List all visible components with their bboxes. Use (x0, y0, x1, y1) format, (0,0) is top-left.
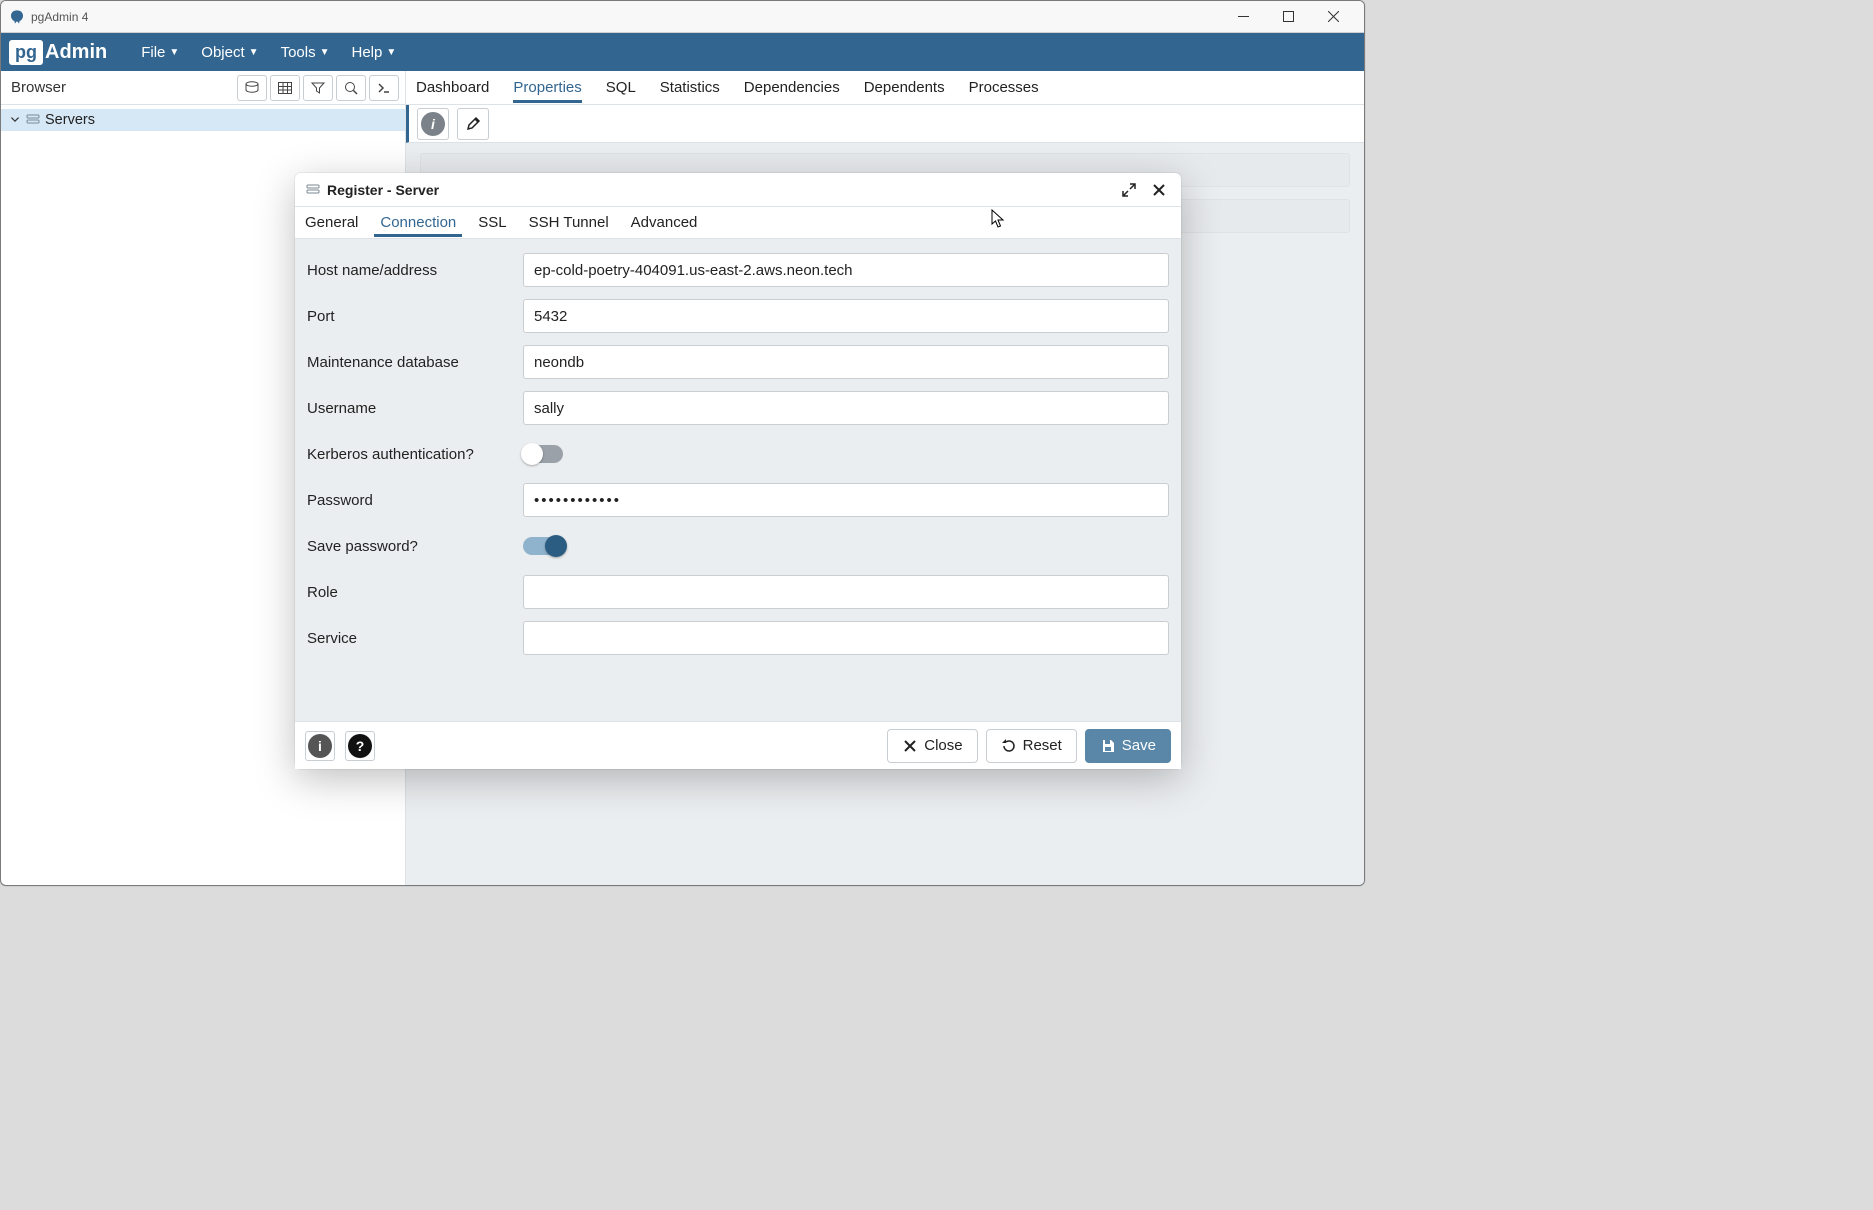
chevron-down-icon: ▼ (249, 47, 259, 58)
tab-sql[interactable]: SQL (606, 73, 636, 102)
dialog-titlebar[interactable]: Register - Server (295, 173, 1181, 207)
info-button[interactable]: i (417, 108, 449, 140)
server-icon (305, 182, 321, 198)
menu-object[interactable]: Object ▼ (191, 38, 268, 67)
menu-tools-label: Tools (281, 44, 316, 61)
dialog-tabs: General Connection SSL SSH Tunnel Advanc… (295, 207, 1181, 239)
menu-help[interactable]: Help▼ (342, 38, 407, 67)
username-input[interactable] (523, 391, 1169, 425)
reset-button-label: Reset (1023, 737, 1062, 754)
password-label: Password (307, 492, 523, 509)
sql-help-button[interactable]: i (305, 731, 335, 761)
window-close-button[interactable] (1311, 2, 1356, 32)
reset-button[interactable]: Reset (986, 729, 1077, 763)
dialog-footer: i ? Close Reset Save (295, 721, 1181, 769)
port-input[interactable] (523, 299, 1169, 333)
username-label: Username (307, 400, 523, 417)
properties-toolbar: i (406, 105, 1364, 143)
search-button[interactable] (336, 75, 366, 101)
kerberos-toggle[interactable] (523, 445, 563, 463)
tab-properties[interactable]: Properties (513, 73, 581, 102)
tab-processes[interactable]: Processes (969, 73, 1039, 102)
menu-object-label: Object (201, 44, 244, 61)
dialog-expand-button[interactable] (1117, 178, 1141, 202)
tab-dashboard[interactable]: Dashboard (416, 73, 489, 102)
window-minimize-button[interactable] (1221, 2, 1266, 32)
window-maximize-button[interactable] (1266, 2, 1311, 32)
menu-tools[interactable]: Tools ▼ (271, 38, 340, 67)
object-tree[interactable]: Servers (1, 105, 405, 135)
dialog-tab-sshtunnel[interactable]: SSH Tunnel (529, 209, 609, 236)
dialog-title: Register - Server (327, 182, 439, 198)
menubar: pg Admin File▼ Object▼ Tools▼ Help▼ (1, 33, 1364, 71)
dialog-tab-connection[interactable]: Connection (380, 209, 456, 236)
browser-title: Browser (1, 79, 237, 96)
menu-file[interactable]: File ▼ (131, 38, 189, 67)
dialog-tab-ssl[interactable]: SSL (478, 209, 506, 236)
view-data-button[interactable] (270, 75, 300, 101)
tree-toggle-icon[interactable] (9, 114, 21, 126)
edit-button[interactable] (457, 108, 489, 140)
register-server-dialog: Register - Server General Connection SSL… (295, 173, 1181, 769)
os-titlebar: pgAdmin 4 (1, 1, 1364, 33)
service-input[interactable] (523, 621, 1169, 655)
maintdb-input[interactable] (523, 345, 1169, 379)
tab-dependencies[interactable]: Dependencies (744, 73, 840, 102)
tree-node-servers[interactable]: Servers (1, 109, 405, 131)
help-icon: ? (348, 734, 372, 758)
info-icon: i (308, 734, 332, 758)
logo-pg: pg (9, 40, 43, 65)
main-tabs: Dashboard Properties SQL Statistics Depe… (406, 71, 1364, 105)
role-label: Role (307, 584, 523, 601)
tree-node-label: Servers (45, 112, 95, 128)
menu-help-label: Help (352, 44, 383, 61)
tab-dependents[interactable]: Dependents (864, 73, 945, 102)
query-tool-button[interactable] (237, 75, 267, 101)
role-input[interactable] (523, 575, 1169, 609)
tab-statistics[interactable]: Statistics (660, 73, 720, 102)
save-icon (1100, 738, 1116, 754)
service-label: Service (307, 630, 523, 647)
logo-admin: Admin (45, 41, 107, 64)
app-window: pgAdmin 4 pg Admin File▼ Object▼ Tools▼ … (0, 0, 1365, 886)
reset-icon (1001, 738, 1017, 754)
dialog-help-button[interactable]: ? (345, 731, 375, 761)
host-label: Host name/address (307, 262, 523, 279)
savepw-toggle[interactable] (523, 537, 563, 555)
dialog-body: Host name/address Port Maintenance datab… (295, 239, 1181, 721)
chevron-down-icon: ▼ (320, 47, 330, 58)
dialog-tab-general[interactable]: General (305, 209, 358, 236)
menu-file-label: File (141, 44, 165, 61)
savepw-label: Save password? (307, 538, 523, 555)
close-button-label: Close (924, 737, 962, 754)
maintdb-label: Maintenance database (307, 354, 523, 371)
server-group-icon (25, 112, 41, 128)
password-input[interactable] (523, 483, 1169, 517)
dialog-close-button[interactable] (1147, 178, 1171, 202)
host-input[interactable] (523, 253, 1169, 287)
psql-button[interactable] (369, 75, 399, 101)
elephant-icon (9, 9, 25, 25)
dialog-tab-advanced[interactable]: Advanced (631, 209, 698, 236)
port-label: Port (307, 308, 523, 325)
save-button[interactable]: Save (1085, 729, 1171, 763)
save-button-label: Save (1122, 737, 1156, 754)
close-icon (902, 738, 918, 754)
os-window-title: pgAdmin 4 (31, 10, 88, 24)
close-button[interactable]: Close (887, 729, 977, 763)
filter-button[interactable] (303, 75, 333, 101)
kerberos-label: Kerberos authentication? (307, 446, 523, 463)
chevron-down-icon: ▼ (386, 47, 396, 58)
chevron-down-icon: ▼ (169, 47, 179, 58)
